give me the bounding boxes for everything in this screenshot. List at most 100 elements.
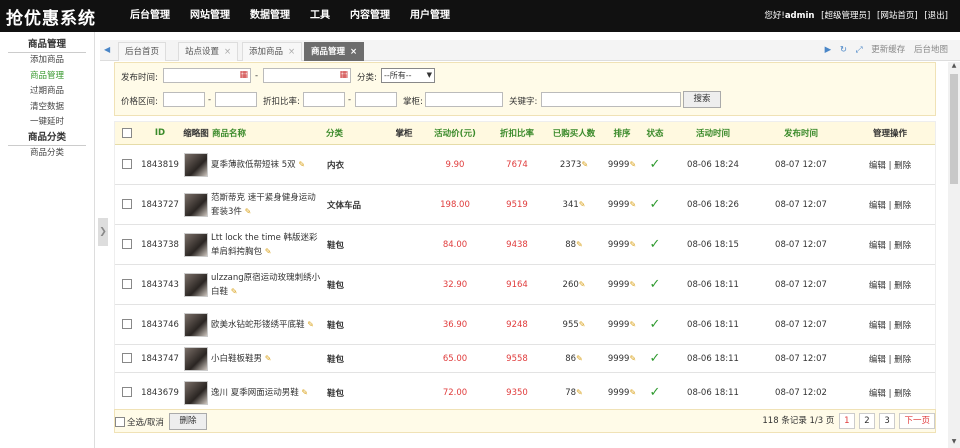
edit-link[interactable]: 编辑	[869, 201, 886, 211]
nav-item-backend[interactable]: 后台管理	[120, 0, 180, 32]
delete-link[interactable]: 删除	[894, 201, 911, 211]
header-price[interactable]: 活动价(元)	[421, 122, 489, 145]
sidebar-item-product-manage[interactable]: 商品管理	[0, 69, 94, 85]
pencil-icon[interactable]: ✎	[301, 388, 308, 397]
pencil-icon[interactable]: ✎	[576, 354, 583, 363]
product-thumbnail[interactable]	[184, 380, 208, 405]
category-select[interactable]: --所有-- ▼	[381, 68, 435, 83]
nav-item-data[interactable]: 数据管理	[240, 0, 300, 32]
row-product-name[interactable]: 逸川 夏季网面运动男鞋	[211, 388, 299, 398]
tab-site-settings[interactable]: 站点设置 ×	[178, 42, 239, 61]
product-thumbnail[interactable]	[184, 272, 208, 297]
nav-item-site[interactable]: 网站管理	[180, 0, 240, 32]
check-icon[interactable]: ✓	[650, 385, 661, 400]
logout-link[interactable]: [退出]	[924, 11, 948, 21]
pencil-icon[interactable]: ✎	[629, 200, 636, 209]
price-max-input[interactable]	[215, 92, 257, 107]
row-product-name[interactable]: 欧美水钻蛇形镂绣平底鞋	[211, 320, 305, 330]
pencil-icon[interactable]: ✎	[629, 354, 636, 363]
delete-link[interactable]: 删除	[894, 321, 911, 331]
tab-add-product[interactable]: 添加商品 ×	[242, 42, 303, 61]
delete-link[interactable]: 删除	[894, 389, 911, 399]
page-2-button[interactable]: 2	[859, 413, 875, 429]
pencil-icon[interactable]: ✎	[629, 280, 636, 289]
page-3-button[interactable]: 3	[879, 413, 895, 429]
header-buyers[interactable]: 已购买人数	[545, 122, 603, 145]
tab-scroll-right-icon[interactable]: ▶	[825, 45, 832, 55]
check-icon[interactable]: ✓	[650, 237, 661, 252]
pencil-icon[interactable]: ✎	[576, 240, 583, 249]
check-icon[interactable]: ✓	[650, 351, 661, 366]
row-checkbox[interactable]	[122, 199, 132, 210]
pencil-icon[interactable]: ✎	[579, 280, 586, 289]
pencil-icon[interactable]: ✎	[579, 200, 586, 209]
tab-home[interactable]: 后台首页	[118, 42, 167, 61]
pencil-icon[interactable]: ✎	[231, 287, 238, 296]
tab-scroll-left-icon[interactable]: ◀	[104, 40, 110, 60]
site-home-link[interactable]: [网站首页]	[877, 11, 918, 21]
close-icon[interactable]: ×	[350, 47, 357, 57]
row-checkbox[interactable]	[122, 387, 132, 398]
edit-link[interactable]: 编辑	[869, 241, 886, 251]
page-1-button[interactable]: 1	[839, 413, 855, 429]
scroll-down-icon[interactable]: ▼	[948, 438, 960, 448]
pencil-icon[interactable]: ✎	[581, 160, 588, 169]
header-checkbox[interactable]	[115, 122, 139, 145]
bulk-delete-button[interactable]: 删除	[169, 413, 207, 430]
next-page-button[interactable]: 下一页	[899, 413, 935, 429]
discount-max-input[interactable]	[355, 92, 397, 107]
calendar-icon[interactable]: ▦	[339, 70, 348, 80]
shop-input[interactable]	[425, 92, 503, 107]
sidebar-item-expired[interactable]: 过期商品	[0, 84, 94, 100]
pencil-icon[interactable]: ✎	[629, 320, 636, 329]
delete-link[interactable]: 删除	[894, 355, 911, 365]
nav-item-content[interactable]: 内容管理	[340, 0, 400, 32]
user-role-link[interactable]: [超级管理员]	[821, 11, 870, 21]
keyword-input[interactable]	[541, 92, 681, 107]
checkbox[interactable]	[122, 127, 132, 138]
row-checkbox[interactable]	[122, 279, 132, 290]
row-product-name[interactable]: 小白鞋板鞋男	[211, 354, 262, 364]
edit-link[interactable]: 编辑	[869, 321, 886, 331]
page-scrollbar[interactable]: ▲ ▼	[948, 62, 960, 448]
sidebar-item-add-product[interactable]: 添加商品	[0, 53, 94, 69]
check-icon[interactable]: ✓	[650, 157, 661, 172]
sidebar-item-clear-data[interactable]: 清空数据	[0, 100, 94, 116]
pencil-icon[interactable]: ✎	[629, 160, 636, 169]
edit-link[interactable]: 编辑	[869, 161, 886, 171]
header-active-time[interactable]: 活动时间	[669, 122, 757, 145]
check-icon[interactable]: ✓	[650, 197, 661, 212]
header-status[interactable]: 状态	[641, 122, 669, 145]
row-checkbox[interactable]	[122, 353, 132, 364]
sidebar-collapse-handle[interactable]: ❯	[98, 218, 108, 246]
pencil-icon[interactable]: ✎	[298, 160, 305, 169]
publish-time-start-input[interactable]: ▦	[163, 68, 251, 83]
tab-product-manage[interactable]: 商品管理 ×	[304, 42, 365, 61]
header-id[interactable]: ID	[139, 122, 181, 145]
backend-map-link[interactable]: 后台地图	[914, 45, 948, 55]
check-icon[interactable]: ✓	[650, 277, 661, 292]
update-cache-link[interactable]: 更新缓存	[871, 45, 905, 55]
scrollbar-thumb[interactable]	[950, 74, 958, 184]
product-thumbnail[interactable]	[184, 152, 208, 177]
pencil-icon[interactable]: ✎	[245, 207, 252, 216]
header-publish-time[interactable]: 发布时间	[757, 122, 845, 145]
pencil-icon[interactable]: ✎	[265, 354, 272, 363]
discount-min-input[interactable]	[303, 92, 345, 107]
fullscreen-icon[interactable]: ⤢	[856, 45, 863, 55]
row-checkbox[interactable]	[122, 239, 132, 250]
product-thumbnail[interactable]	[184, 232, 208, 257]
refresh-icon[interactable]: ↻	[840, 45, 847, 55]
product-thumbnail[interactable]	[184, 312, 208, 337]
delete-link[interactable]: 删除	[894, 281, 911, 291]
header-sort[interactable]: 排序	[603, 122, 641, 145]
pencil-icon[interactable]: ✎	[629, 240, 636, 249]
edit-link[interactable]: 编辑	[869, 281, 886, 291]
product-thumbnail[interactable]	[184, 192, 208, 217]
pencil-icon[interactable]: ✎	[576, 388, 583, 397]
select-all-checkbox[interactable]	[115, 417, 125, 427]
check-icon[interactable]: ✓	[650, 317, 661, 332]
delete-link[interactable]: 删除	[894, 241, 911, 251]
product-thumbnail[interactable]	[184, 346, 208, 371]
pencil-icon[interactable]: ✎	[307, 320, 314, 329]
